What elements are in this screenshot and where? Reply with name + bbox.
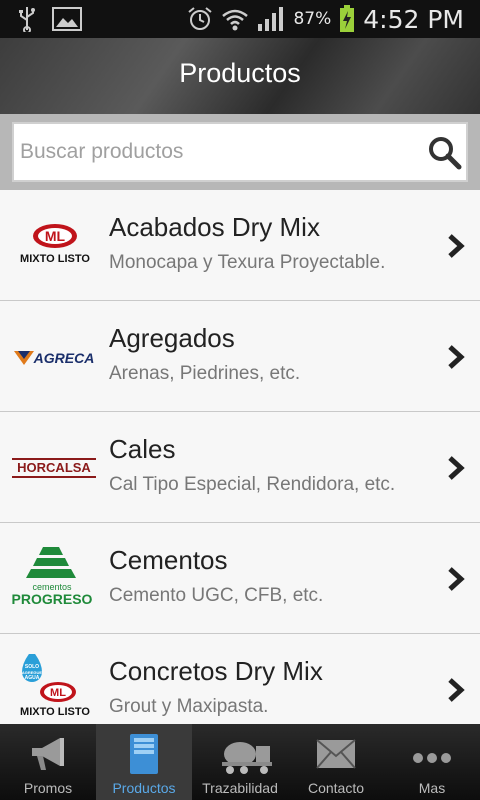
image-icon [52,7,82,31]
usb-icon [19,7,35,32]
tab-label: Trazabilidad [202,780,278,796]
tab-label: Mas [418,780,446,796]
chevron-right-icon [448,456,465,480]
mixto-listo-logo: ML MIXTO LISTO [20,224,90,265]
mixto-listo-agua-logo: SOLO AGREGUE AGUA ML MIXTO LISTO [20,654,90,718]
product-title: Acabados Dry Mix [109,212,320,242]
battery-percent: 87% [293,9,332,29]
svg-text:HORCALSA: HORCALSA [17,460,91,475]
svg-text:PROGRESO: PROGRESO [12,591,93,607]
product-subtitle: Cemento UGC, CFB, etc. [109,585,324,606]
agreca-logo: AGRECA [14,350,95,366]
tab-contacto[interactable]: Contacto [288,724,384,800]
product-subtitle: Cal Tipo Especial, Rendidora, etc. [109,474,396,495]
tab-label: Promos [23,780,73,796]
cement-truck-icon [222,742,272,774]
tab-mas[interactable]: Mas [384,724,480,800]
product-row-cementos[interactable]: cementos PROGRESO Cementos Cemento UGC, … [0,523,480,634]
page-title: Productos [179,58,301,88]
tab-trazabilidad[interactable]: Trazabilidad [192,724,288,800]
search-icon[interactable] [428,136,462,170]
chevron-right-icon [448,345,465,369]
alarm-icon [188,7,213,30]
product-subtitle: Arenas, Piedrines, etc. [109,363,301,384]
tab-label: Contacto [307,780,365,796]
product-row-acabados[interactable]: ML MIXTO LISTO Acabados Dry Mix Monocapa… [0,190,480,301]
product-title: Agregados [109,323,235,353]
tab-label: Productos [112,780,176,796]
megaphone-icon [32,738,64,770]
svg-text:ML: ML [50,687,66,699]
product-row-cales[interactable]: HORCALSA Cales Cal Tipo Especial, Rendid… [0,412,480,523]
product-title: Cales [109,434,176,464]
tab-promos[interactable]: Promos [0,724,96,800]
product-title: Cementos [109,545,228,575]
more-dots-icon [413,753,451,763]
search-box[interactable] [12,122,468,182]
product-list: ML MIXTO LISTO Acabados Dry Mix Monocapa… [0,190,480,724]
signal-icon [258,7,284,31]
app-header: Productos [0,38,480,114]
svg-text:MIXTO LISTO: MIXTO LISTO [20,253,90,265]
svg-text:MIXTO LISTO: MIXTO LISTO [20,706,90,718]
product-row-agregados[interactable]: AGRECA Agregados Arenas, Piedrines, etc. [0,301,480,412]
horcalsa-logo: HORCALSA [12,458,96,478]
tab-productos[interactable]: Productos [96,724,192,800]
status-bar: 87% 4:52 PM [0,0,480,38]
chevron-right-icon [448,678,465,702]
product-subtitle: Grout y Maxipasta. [109,696,269,717]
search-input[interactable] [20,130,420,174]
product-subtitle: Monocapa y Texura Proyectable. [109,252,386,273]
chevron-right-icon [448,234,465,258]
cementos-progreso-logo: cementos PROGRESO [12,547,93,607]
wifi-icon [222,9,249,31]
product-row-concretos[interactable]: SOLO AGREGUE AGUA ML MIXTO LISTO Concret… [0,634,480,724]
products-stack-icon [130,734,158,774]
clock: 4:52 PM [363,4,464,34]
chevron-right-icon [448,567,465,591]
battery-charging-icon [340,5,355,32]
product-title: Concretos Dry Mix [109,656,323,686]
svg-text:AGRECA: AGRECA [33,350,95,366]
search-bar [0,114,480,190]
svg-text:AGUA: AGUA [25,675,40,681]
bottom-tab-bar: Promos Productos Trazabilidad Contacto M… [0,724,480,800]
envelope-icon [316,739,356,769]
svg-text:ML: ML [45,228,66,244]
